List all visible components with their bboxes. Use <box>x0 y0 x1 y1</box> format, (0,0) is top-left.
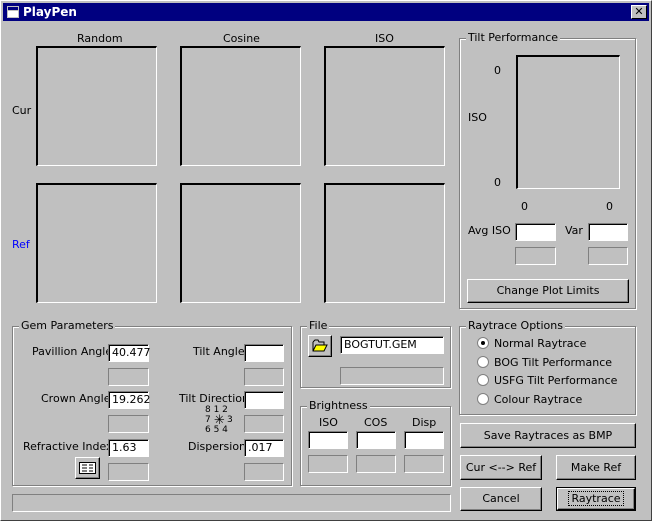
tilt-direction-readout <box>244 415 284 433</box>
gem-parameters-legend: Gem Parameters <box>19 319 116 332</box>
cur-ref-swap-button[interactable]: Cur <--> Ref <box>460 455 542 480</box>
tilt-angle-label: Tilt Angle <box>193 345 245 358</box>
tilt-performance-plot <box>516 55 620 189</box>
table-icon <box>79 462 96 474</box>
plot-cur-random <box>36 46 157 166</box>
tilt-y-bottom: 0 <box>494 176 501 189</box>
dispersion-field[interactable]: .017 <box>244 439 284 457</box>
brightness-disp-readout <box>404 455 444 473</box>
radio-normal-raytrace[interactable] <box>477 337 489 349</box>
brightness-cos-field[interactable] <box>356 431 396 449</box>
plot-cur-cosine <box>180 46 301 166</box>
option-normal-raytrace[interactable]: Normal Raytrace <box>494 337 586 350</box>
raytrace-button[interactable]: Raytrace <box>556 487 636 511</box>
filename-field[interactable]: BOGTUT.GEM <box>340 336 444 354</box>
cancel-button[interactable]: Cancel <box>460 487 542 511</box>
app-icon <box>7 6 19 18</box>
refractive-index-field[interactable]: 1.63 <box>108 439 149 457</box>
brightness-cos-readout <box>356 455 396 473</box>
pavilion-angle-readout <box>108 368 149 386</box>
change-plot-limits-button[interactable]: Change Plot Limits <box>467 279 629 303</box>
brightness-iso-readout <box>308 455 348 473</box>
brightness-iso-field[interactable] <box>308 431 348 449</box>
window-title: PlayPen <box>23 5 77 19</box>
plot-ref-random <box>36 183 157 303</box>
plot-cur-iso <box>324 46 445 166</box>
row-label-ref: Ref <box>12 238 30 251</box>
dispersion-label: Dispersion <box>188 440 247 453</box>
tilt-y-top: 0 <box>494 64 501 77</box>
raytrace-button-label: Raytrace <box>568 491 624 506</box>
tilt-performance-legend: Tilt Performance <box>466 31 561 44</box>
avg-iso-readout <box>515 247 556 265</box>
brightness-legend: Brightness <box>307 399 370 412</box>
make-ref-button[interactable]: Make Ref <box>556 455 636 480</box>
column-header-random: Random <box>77 32 123 45</box>
compass-bottom: 6 5 4 <box>205 425 228 435</box>
avg-iso-label: Avg ISO <box>468 224 511 237</box>
brightness-cos-label: COS <box>364 416 388 429</box>
title-bar: PlayPen ✕ <box>3 3 649 21</box>
tilt-direction-field[interactable] <box>244 391 284 409</box>
column-header-iso: ISO <box>375 32 394 45</box>
compass-left: 7 <box>205 415 211 425</box>
open-file-button[interactable] <box>308 335 332 357</box>
tilt-x-right: 0 <box>606 200 613 213</box>
radio-bog-tilt-performance[interactable] <box>477 356 489 368</box>
var-field[interactable] <box>588 223 628 241</box>
close-button[interactable]: ✕ <box>631 5 647 19</box>
pavilion-angle-field[interactable]: 40.477 <box>108 344 151 362</box>
tilt-y-label: ISO <box>468 111 487 124</box>
crown-angle-label: Crown Angle <box>41 392 111 405</box>
radio-usfg-tilt-performance[interactable] <box>477 374 489 386</box>
row-label-cur: Cur <box>12 104 32 117</box>
tilt-angle-readout <box>244 368 284 386</box>
close-icon: ✕ <box>634 5 644 18</box>
status-bar <box>12 494 451 512</box>
brightness-disp-field[interactable] <box>404 431 444 449</box>
column-header-cosine: Cosine <box>223 32 260 45</box>
tilt-x-left: 0 <box>521 200 528 213</box>
compass-right: 3 <box>227 415 233 425</box>
file-legend: File <box>307 319 330 332</box>
option-usfg-tilt-performance[interactable]: USFG Tilt Performance <box>494 374 617 387</box>
refractive-index-table-button[interactable] <box>75 457 100 479</box>
playpen-window: PlayPen ✕ Random Cosine ISO Cur Ref Tilt… <box>0 0 652 521</box>
avg-iso-field[interactable] <box>515 223 556 241</box>
var-label: Var <box>565 224 583 237</box>
tilt-direction-label: Tilt Direction <box>179 392 249 405</box>
refractive-index-label: Refractive Index <box>23 440 113 453</box>
dispersion-readout <box>244 463 284 481</box>
tilt-angle-field[interactable] <box>244 344 284 362</box>
folder-open-icon <box>312 339 328 352</box>
option-bog-tilt-performance[interactable]: BOG Tilt Performance <box>494 356 612 369</box>
raytrace-options-legend: Raytrace Options <box>466 319 565 332</box>
save-raytraces-bmp-button[interactable]: Save Raytraces as BMP <box>460 423 636 448</box>
file-readout <box>340 367 444 385</box>
radio-colour-raytrace[interactable] <box>477 393 489 405</box>
option-colour-raytrace[interactable]: Colour Raytrace <box>494 393 582 406</box>
refractive-index-readout <box>108 463 149 481</box>
crown-angle-readout <box>108 415 149 433</box>
brightness-iso-label: ISO <box>319 416 338 429</box>
tilt-direction-compass: 8 1 2 7 ✳ 3 6 5 4 <box>205 406 235 436</box>
crown-angle-field[interactable]: 19.262 <box>108 391 151 409</box>
brightness-disp-label: Disp <box>412 416 437 429</box>
pavilion-angle-label: Pavillion Angle <box>32 345 113 358</box>
plot-ref-cosine <box>180 183 301 303</box>
var-readout <box>588 247 628 265</box>
plot-ref-iso <box>324 183 445 303</box>
